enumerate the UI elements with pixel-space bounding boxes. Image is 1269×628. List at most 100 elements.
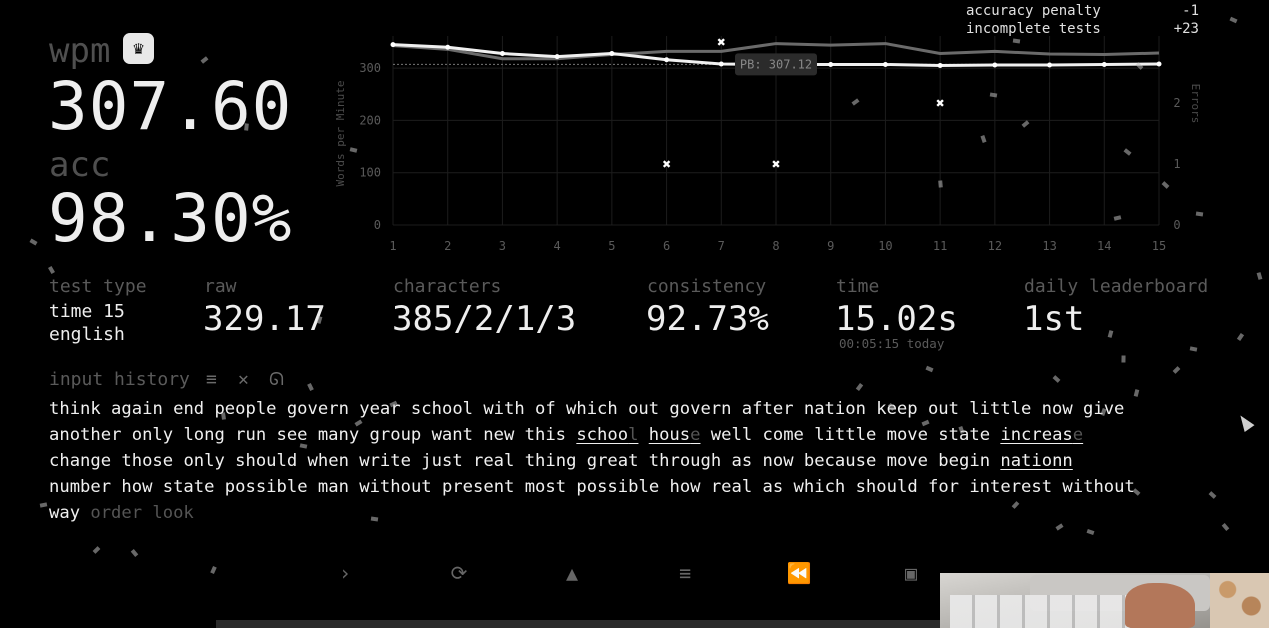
word[interactable]: state xyxy=(163,477,215,497)
word[interactable]: new xyxy=(483,425,514,445)
x-tick-label: 5 xyxy=(608,239,615,253)
word[interactable]: want xyxy=(432,425,473,445)
word[interactable]: house xyxy=(649,425,701,445)
word[interactable]: govern xyxy=(669,399,731,419)
word[interactable]: another xyxy=(49,425,121,445)
word[interactable]: end xyxy=(173,399,204,419)
word[interactable]: real xyxy=(473,451,514,471)
word[interactable]: because xyxy=(804,451,876,471)
crown-icon[interactable]: ♛ xyxy=(123,33,154,64)
fire-icon[interactable]: ᘏ xyxy=(269,369,284,390)
word[interactable]: without xyxy=(359,477,431,497)
word[interactable]: after xyxy=(742,399,794,419)
word[interactable]: great xyxy=(587,451,639,471)
data-point xyxy=(390,42,396,48)
y-tick-label: 100 xyxy=(359,166,381,180)
word[interactable]: run xyxy=(235,425,266,445)
word[interactable]: group xyxy=(370,425,422,445)
characters-label: characters xyxy=(393,276,502,297)
word[interactable]: nationn xyxy=(1000,451,1072,471)
word[interactable]: move xyxy=(887,425,928,445)
word[interactable]: which xyxy=(794,477,846,497)
word[interactable]: think xyxy=(49,399,101,419)
word[interactable]: as xyxy=(763,477,784,497)
word[interactable]: should xyxy=(856,477,918,497)
x-tick-label: 3 xyxy=(499,239,506,253)
word[interactable]: now xyxy=(1042,399,1073,419)
report-button[interactable]: ▲ xyxy=(559,560,585,586)
word[interactable]: long xyxy=(183,425,224,445)
word[interactable]: only xyxy=(132,425,173,445)
word[interactable]: increase xyxy=(1000,425,1083,445)
word[interactable]: school xyxy=(411,399,473,419)
word[interactable]: change xyxy=(49,451,111,471)
close-icon[interactable]: ✕ xyxy=(238,369,249,390)
word[interactable]: order xyxy=(90,503,142,523)
align-left-icon[interactable]: ≡ xyxy=(206,369,217,390)
word[interactable]: thing xyxy=(525,451,577,471)
word[interactable]: with xyxy=(483,399,524,419)
word[interactable]: which xyxy=(566,399,618,419)
data-point xyxy=(1156,61,1162,67)
test-type-value[interactable]: time 15 english xyxy=(49,300,125,346)
word[interactable]: school xyxy=(576,425,638,445)
word[interactable]: through xyxy=(649,451,721,471)
word[interactable]: just xyxy=(421,451,462,471)
word[interactable]: those xyxy=(121,451,173,471)
word[interactable]: present xyxy=(442,477,514,497)
confetti-piece xyxy=(29,238,38,246)
mouse-cursor-icon xyxy=(1235,412,1255,432)
horizontal-scrollbar[interactable] xyxy=(216,620,976,628)
daily-leaderboard-label: daily leaderboard xyxy=(1024,276,1209,297)
word[interactable]: again xyxy=(111,399,163,419)
next-test-button[interactable]: › xyxy=(332,560,358,586)
word[interactable]: should xyxy=(235,451,297,471)
x-tick-label: 13 xyxy=(1042,239,1056,253)
word[interactable]: how xyxy=(669,477,700,497)
words-line: number how state possible man without present m… xyxy=(49,474,1229,500)
word[interactable]: as xyxy=(732,451,753,471)
word[interactable]: write xyxy=(359,451,411,471)
word[interactable]: for xyxy=(928,477,959,497)
word[interactable]: number xyxy=(49,477,111,497)
word[interactable]: out xyxy=(628,399,659,419)
word[interactable]: well xyxy=(711,425,752,445)
word[interactable]: this xyxy=(525,425,566,445)
word[interactable]: nation xyxy=(804,399,866,419)
confetti-piece xyxy=(1172,366,1181,374)
x-tick-label: 7 xyxy=(718,239,725,253)
word[interactable]: govern xyxy=(287,399,349,419)
word[interactable]: possible xyxy=(225,477,308,497)
restart-test-button[interactable]: ⟳ xyxy=(446,560,472,586)
word[interactable]: interest xyxy=(969,477,1052,497)
word[interactable]: of xyxy=(535,399,556,419)
word[interactable]: now xyxy=(763,451,794,471)
word[interactable]: keep xyxy=(876,399,917,419)
word[interactable]: little xyxy=(814,425,876,445)
word[interactable]: begin xyxy=(938,451,990,471)
word[interactable]: how xyxy=(121,477,152,497)
word[interactable]: come xyxy=(763,425,804,445)
word[interactable]: state xyxy=(938,425,990,445)
word[interactable]: look xyxy=(152,503,193,523)
word[interactable]: man xyxy=(318,477,349,497)
word[interactable]: possible xyxy=(576,477,659,497)
word[interactable]: way xyxy=(49,503,80,523)
error-marker: ✖ xyxy=(936,97,945,110)
screenshot-button[interactable]: ▣ xyxy=(898,560,924,586)
error-marker: ✖ xyxy=(662,158,671,171)
confetti-piece xyxy=(938,180,943,188)
wpm-chart[interactable]: 01002003000121 2 3 4 5 6 7 8 9 10 11 12 13 14 15Words … xyxy=(330,30,1210,260)
replay-button[interactable]: ⏪ xyxy=(786,560,812,586)
word[interactable]: many xyxy=(318,425,359,445)
words-history-button[interactable]: ≡ xyxy=(672,560,698,586)
word[interactable]: without xyxy=(1062,477,1134,497)
word[interactable]: when xyxy=(308,451,349,471)
word[interactable]: only xyxy=(183,451,224,471)
word[interactable]: out xyxy=(928,399,959,419)
word[interactable]: little xyxy=(969,399,1031,419)
word[interactable]: move xyxy=(887,451,928,471)
word[interactable]: real xyxy=(711,477,752,497)
word[interactable]: see xyxy=(276,425,307,445)
word[interactable]: most xyxy=(525,477,566,497)
